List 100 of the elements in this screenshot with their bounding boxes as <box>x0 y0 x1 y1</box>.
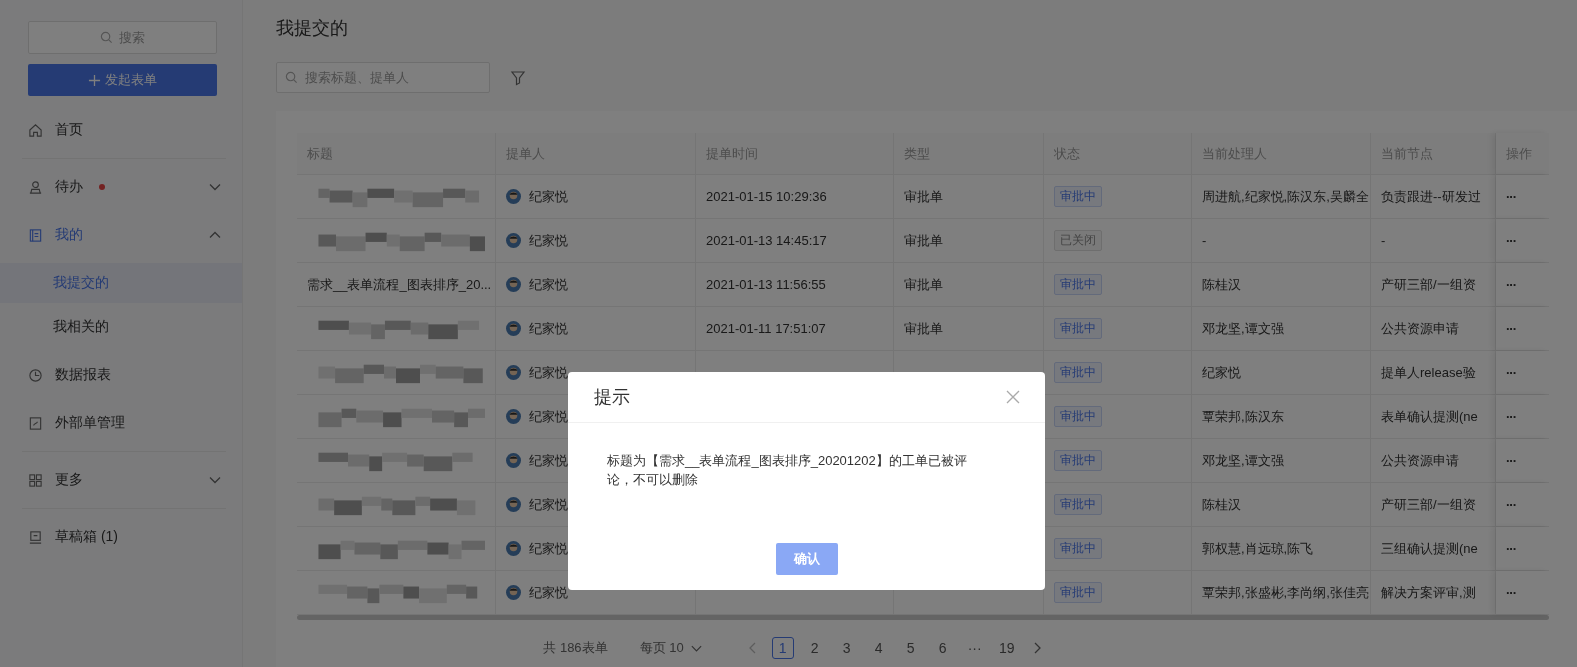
table-cell: 提单人release验 <box>1381 363 1476 382</box>
table-cell: 2021-01-13 11:56:55 <box>706 277 826 292</box>
status-tag: 审批中 <box>1054 186 1102 207</box>
sidebar-item[interactable]: 外部单管理 <box>0 399 242 447</box>
page-button[interactable]: ··· <box>963 637 986 659</box>
status-tag: 审批中 <box>1054 450 1102 471</box>
table-cell: 公共资源申请 <box>1381 451 1459 470</box>
table-cell: 审批单 <box>904 275 943 294</box>
more-actions[interactable]: ··· <box>1506 189 1516 204</box>
close-icon[interactable] <box>1005 389 1021 405</box>
more-actions[interactable]: ··· <box>1506 497 1516 512</box>
table-cell: 2021-01-15 10:29:36 <box>706 189 827 204</box>
dialog-message: 标题为【需求__表单流程_图表排序_20201202】的工单已被评论，不可以删除 <box>606 452 968 489</box>
table-cell: 覃荣邦,张盛彬,李尚纲,张佳亮 <box>1202 583 1369 602</box>
avatar-icon <box>506 365 521 380</box>
table-cell: 陈桂汉 <box>1202 275 1241 294</box>
confirm-button[interactable]: 确认 <box>775 543 838 575</box>
person-icon <box>28 179 43 195</box>
table-cell: 三组确认提测(ne <box>1381 539 1478 558</box>
table-cell: 纪家悦 <box>529 451 568 470</box>
table-cell: 覃荣邦,陈汉东 <box>1202 407 1284 426</box>
page-size-select[interactable]: 每页 10 <box>633 638 709 658</box>
avatar-icon <box>506 277 521 292</box>
more-actions[interactable]: ··· <box>1506 585 1516 600</box>
status-tag: 审批中 <box>1054 406 1102 427</box>
page-button[interactable]: 5 <box>899 637 922 659</box>
link-file-icon <box>28 415 43 431</box>
table-cell: 2021-01-13 14:45:17 <box>706 233 827 248</box>
dialog-title: 提示 <box>594 386 630 409</box>
clock-icon <box>28 367 43 383</box>
table-cell: 纪家悦 <box>529 407 568 426</box>
table-cell: 纪家悦 <box>529 495 568 514</box>
table-cell: 2021-01-11 17:51:07 <box>706 321 826 336</box>
sidebar-subitem[interactable]: 我提交的 <box>0 263 242 303</box>
sidebar-item[interactable]: 更多 <box>0 456 242 504</box>
more-actions[interactable]: ··· <box>1506 365 1516 380</box>
status-tag: 审批中 <box>1054 494 1102 515</box>
page-button[interactable]: 2 <box>803 637 826 659</box>
page-button[interactable]: 19 <box>995 637 1018 659</box>
table-cell: 负责跟进--研发过 <box>1381 187 1481 206</box>
avatar-icon <box>506 585 521 600</box>
page-button[interactable]: 3 <box>835 637 858 659</box>
table-cell: 解决方案评审,测 <box>1381 583 1476 602</box>
sidebar-item[interactable]: 数据报表 <box>0 351 242 399</box>
more-actions[interactable]: ··· <box>1506 409 1516 424</box>
more-actions[interactable]: ··· <box>1506 277 1516 292</box>
table-cell: 纪家悦 <box>529 363 568 382</box>
table-cell: 纪家悦 <box>1202 363 1241 382</box>
page-button[interactable]: 6 <box>931 637 954 659</box>
filter-icon[interactable] <box>510 69 526 86</box>
table-cell: 纪家悦 <box>529 539 568 558</box>
table-cell: - <box>1202 233 1207 248</box>
status-tag: 审批中 <box>1054 582 1102 603</box>
scrollbar[interactable] <box>297 615 1549 620</box>
status-tag: 审批中 <box>1054 538 1102 559</box>
table-cell: 纪家悦 <box>529 319 568 338</box>
avatar-icon <box>506 453 521 468</box>
avatar-icon <box>506 321 521 336</box>
page-button[interactable]: 4 <box>867 637 890 659</box>
table-cell: 纪家悦 <box>529 187 568 206</box>
sidebar-item[interactable]: 我的 <box>0 211 242 259</box>
table-cell: 表单确认提测(ne <box>1381 407 1478 426</box>
more-actions[interactable]: ··· <box>1506 233 1516 248</box>
search-icon <box>285 71 298 84</box>
sidebar-subitem[interactable]: 我相关的 <box>0 307 242 347</box>
table-cell: 审批单 <box>904 319 943 338</box>
table-cell: 公共资源申请 <box>1381 319 1459 338</box>
more-actions[interactable]: ··· <box>1506 541 1516 556</box>
table-cell: 审批单 <box>904 187 943 206</box>
more-actions[interactable]: ··· <box>1506 453 1516 468</box>
sidebar-item[interactable]: 草稿箱 (1) <box>0 513 242 561</box>
table-cell: 邓龙坚,谭文强 <box>1202 319 1284 338</box>
status-tag: 审批中 <box>1054 362 1102 383</box>
grid-icon <box>28 472 43 488</box>
table-cell: 纪家悦 <box>529 275 568 294</box>
table-cell: 周进航,纪家悦,陈汉东,吴麟全 <box>1202 187 1369 206</box>
avatar-icon <box>506 497 521 512</box>
avatar-icon <box>506 233 521 248</box>
sidebar-item[interactable]: 首页 <box>0 106 242 154</box>
home-icon <box>28 122 43 138</box>
table-cell: 郭权慧,肖远琼,陈飞 <box>1202 539 1314 558</box>
table-cell: 邓龙坚,谭文强 <box>1202 451 1284 470</box>
create-form-button[interactable]: 发起表单 <box>28 64 217 96</box>
avatar-icon <box>506 541 521 556</box>
status-tag: 审批中 <box>1054 318 1102 339</box>
status-tag: 审批中 <box>1054 274 1102 295</box>
table-cell: 纪家悦 <box>529 583 568 602</box>
page-title: 我提交的 <box>276 17 349 40</box>
avatar-icon <box>506 409 521 424</box>
table-cell: 审批单 <box>904 231 943 250</box>
table-cell: 纪家悦 <box>529 231 568 250</box>
table-cell: - <box>1381 233 1386 248</box>
page-button[interactable]: 1 <box>771 637 794 659</box>
sidebar-item[interactable]: 待办 <box>0 163 242 211</box>
plus-icon <box>88 73 101 87</box>
avatar-icon <box>506 189 521 204</box>
more-actions[interactable]: ··· <box>1506 321 1516 336</box>
table-cell: 需求__表单流程_图表排序_20... <box>307 275 492 294</box>
document-icon <box>28 227 43 243</box>
table-cell: 陈桂汉 <box>1202 495 1241 514</box>
